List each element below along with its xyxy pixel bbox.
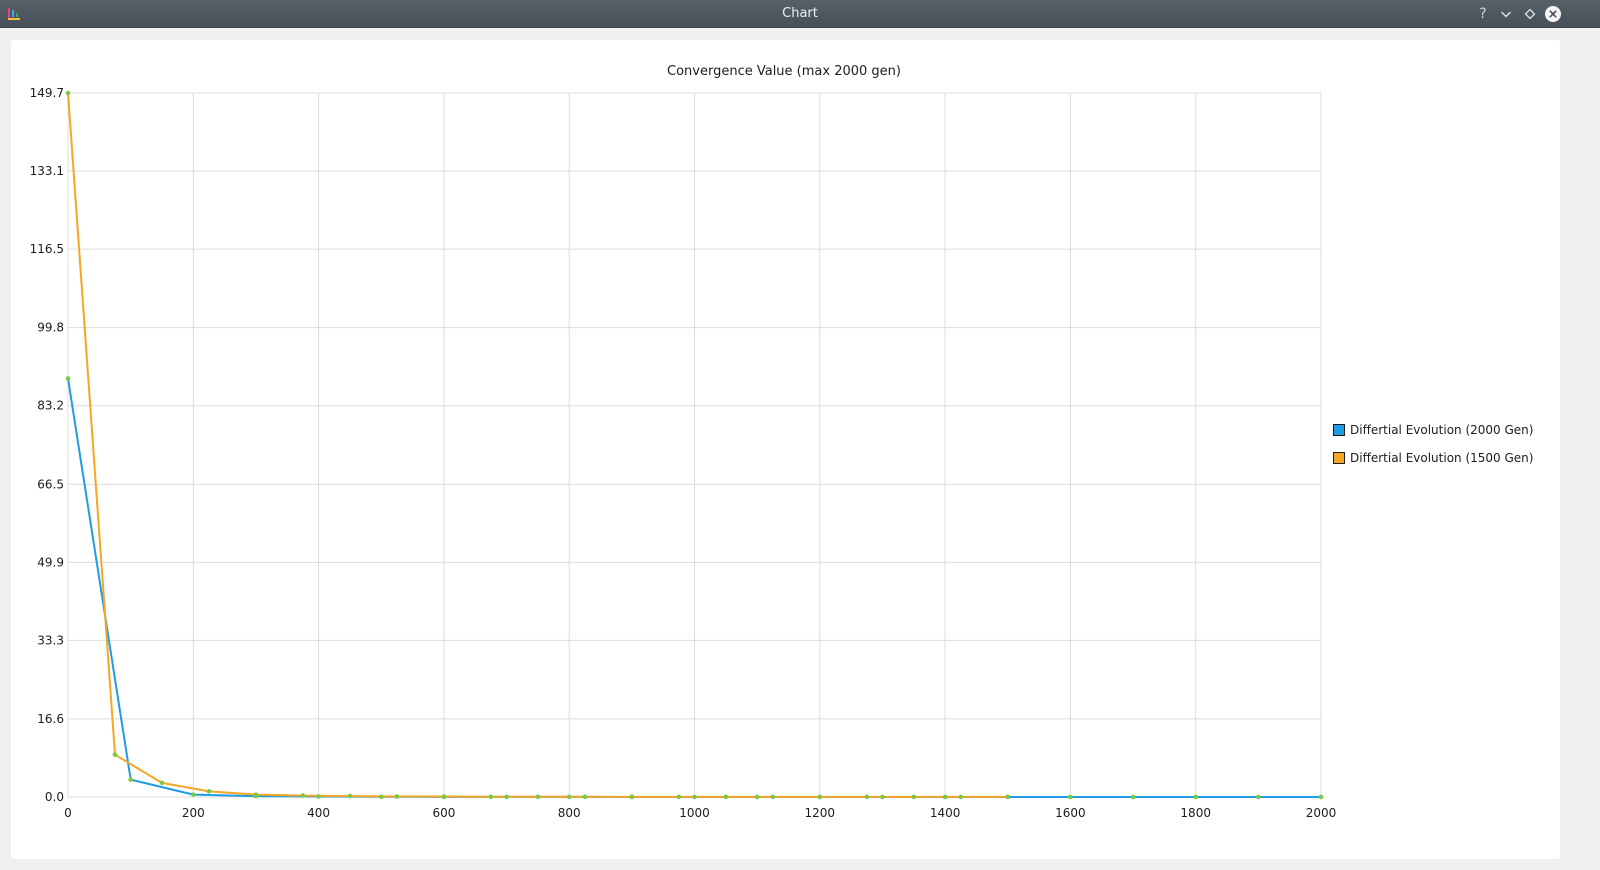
data-point-series-0 xyxy=(316,794,321,799)
close-icon xyxy=(1545,6,1561,22)
data-point-series-1 xyxy=(723,794,729,800)
x-tick-label: 200 xyxy=(182,806,205,820)
data-point-series-0 xyxy=(504,794,509,800)
data-point-series-0 xyxy=(692,794,697,800)
x-tick-label: 400 xyxy=(307,806,330,820)
y-tick-label: 116.5 xyxy=(30,242,64,256)
legend-item-2000-gen[interactable]: Differtial Evolution (2000 Gen) xyxy=(1333,420,1533,440)
data-point-series-1 xyxy=(441,794,447,799)
data-point-series-1 xyxy=(394,794,400,799)
data-point-series-0 xyxy=(754,794,760,800)
data-point-series-1 xyxy=(864,794,870,800)
data-point-series-1 xyxy=(1005,794,1011,800)
data-point-series-0 xyxy=(65,376,71,381)
data-point-series-1 xyxy=(911,794,917,800)
window-titlebar[interactable]: Chart ? xyxy=(0,0,1600,28)
diamond-icon xyxy=(1524,8,1536,20)
data-point-series-1 xyxy=(958,794,964,800)
data-point-series-1 xyxy=(676,794,682,800)
help-button[interactable]: ? xyxy=(1474,5,1492,23)
x-tick-label: 2000 xyxy=(1306,806,1337,820)
chevron-down-icon xyxy=(1501,11,1511,18)
legend-item-1500-gen[interactable]: Differtial Evolution (1500 Gen) xyxy=(1333,448,1533,468)
x-tick-label: 1800 xyxy=(1180,806,1211,820)
y-tick-label: 149.7 xyxy=(30,86,64,100)
data-point-series-0 xyxy=(1318,794,1324,800)
data-point-series-0 xyxy=(1256,794,1261,800)
data-point-series-0 xyxy=(880,794,885,800)
maximize-button[interactable] xyxy=(1521,5,1539,23)
x-tick-label: 800 xyxy=(558,806,581,820)
x-axis-ticks: 0 200 400 600 800 1000 1200 1400 1600 1800 2000 xyxy=(64,806,1336,820)
x-tick-label: 1600 xyxy=(1055,806,1086,820)
data-point-series-0 xyxy=(566,794,572,800)
x-tick-label: 1200 xyxy=(805,806,836,820)
data-point-series-1 xyxy=(770,794,776,800)
y-axis-ticks: 0.0 16.6 33.3 49.9 66.5 83.2 99.8 116.5 133.1 149… xyxy=(30,86,64,804)
y-tick-label: 83.2 xyxy=(37,399,64,413)
chart-title: Convergence Value (max 2000 gen) xyxy=(667,64,901,79)
legend-swatch-1500-gen xyxy=(1333,452,1345,464)
data-point-series-1 xyxy=(535,794,541,800)
data-point-series-1 xyxy=(206,789,212,794)
legend-label-2000-gen: Differtial Evolution (2000 Gen) xyxy=(1350,423,1534,437)
data-point-series-1 xyxy=(347,793,353,799)
data-point-series-0 xyxy=(378,794,384,800)
minimize-button[interactable] xyxy=(1497,5,1515,23)
chart-panel: Convergence Value (max 2000 gen) 0.0 16.6… xyxy=(11,40,1560,859)
data-point-series-1 xyxy=(65,90,71,96)
data-point-series-0 xyxy=(1193,794,1198,800)
series-line-1 xyxy=(67,92,1008,798)
data-point-series-1 xyxy=(253,792,259,797)
legend-swatch-2000-gen xyxy=(1333,424,1345,436)
data-point-series-1 xyxy=(629,794,635,800)
window-title: Chart xyxy=(782,6,818,21)
data-point-series-0 xyxy=(191,792,196,797)
x-tick-label: 0 xyxy=(64,806,72,820)
x-tick-label: 600 xyxy=(432,806,455,820)
data-point-series-1 xyxy=(112,752,118,757)
data-point-series-1 xyxy=(488,794,494,800)
x-tick-label: 1000 xyxy=(679,806,710,820)
close-button[interactable] xyxy=(1544,5,1562,23)
data-point-series-1 xyxy=(817,794,823,800)
y-tick-label: 0.0 xyxy=(45,790,64,804)
data-point-series-0 xyxy=(942,794,948,800)
legend-label-1500-gen: Differtial Evolution (1500 Gen) xyxy=(1350,451,1534,465)
help-icon: ? xyxy=(1479,6,1487,22)
y-tick-label: 49.9 xyxy=(37,555,64,569)
chart-canvas: Convergence Value (max 2000 gen) 0.0 16.6… xyxy=(30,64,1337,820)
data-point-series-1 xyxy=(159,780,165,786)
y-tick-label: 16.6 xyxy=(37,712,64,726)
data-point-series-1 xyxy=(300,793,306,798)
y-tick-label: 66.5 xyxy=(37,477,64,491)
x-tick-label: 1400 xyxy=(930,806,961,820)
data-point-series-1 xyxy=(582,794,588,800)
y-tick-label: 133.1 xyxy=(30,164,64,178)
y-tick-label: 33.3 xyxy=(37,633,64,647)
data-point-series-0 xyxy=(128,777,133,782)
chart-grid xyxy=(67,92,1322,798)
data-point-series-0 xyxy=(1068,794,1073,800)
data-point-series-0 xyxy=(1130,794,1136,800)
y-tick-label: 99.8 xyxy=(37,321,64,335)
